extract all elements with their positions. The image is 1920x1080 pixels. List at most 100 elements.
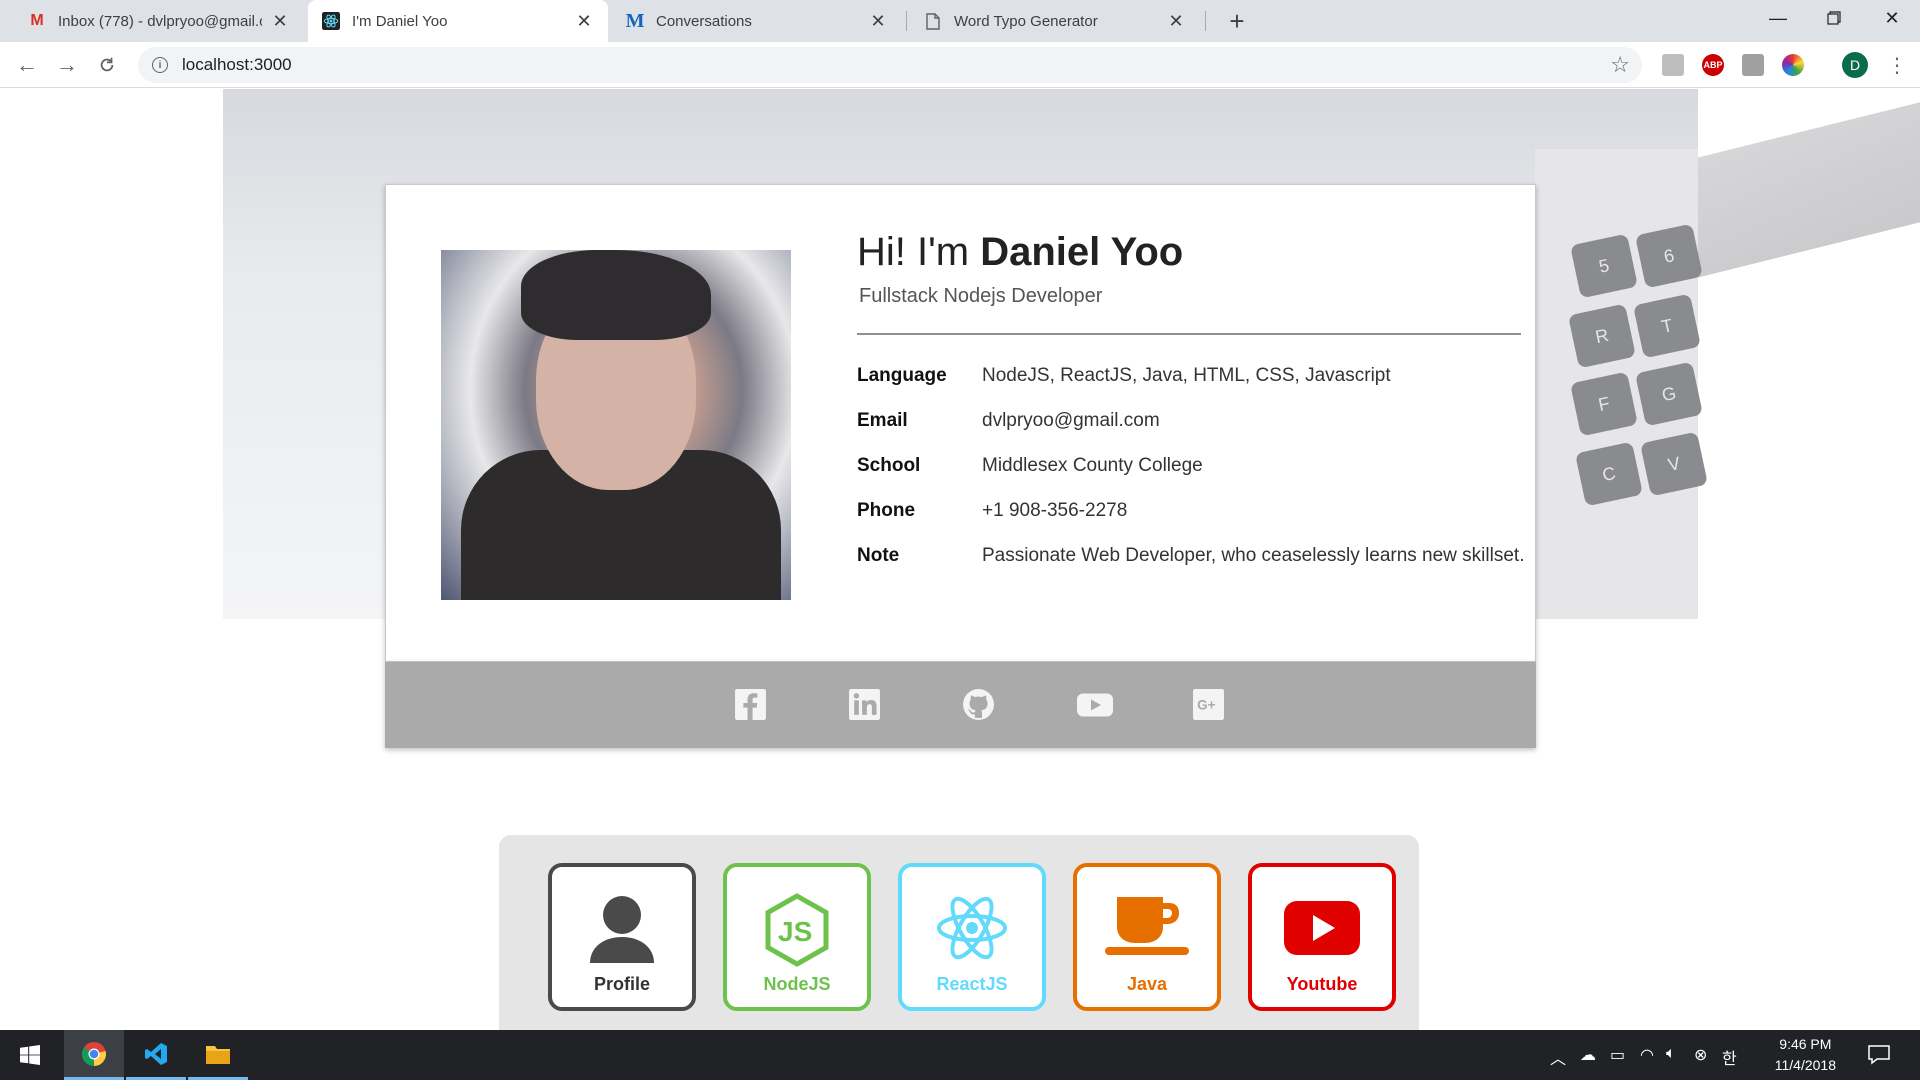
onedrive-cloud-icon[interactable]: ☁ [1580,1045,1596,1065]
divider [857,333,1521,335]
info-key: Phone [857,500,916,521]
keyboard-key: R [1568,303,1636,369]
vscode-taskbar-icon[interactable] [126,1030,186,1080]
extension-icon[interactable] [1662,54,1684,76]
app-nodejs[interactable]: JS NodeJS [723,863,871,1011]
social-links-bar: G+ [385,662,1536,748]
menu-icon[interactable]: ⋮ [1882,50,1912,80]
new-tab-button[interactable]: + [1222,6,1252,36]
user-icon [552,893,692,965]
nodejs-icon: JS [727,893,867,967]
reload-icon[interactable] [92,50,122,80]
tab-separator [1205,11,1206,31]
github-icon[interactable] [962,688,995,721]
wifi-icon[interactable]: ◠ [1640,1045,1654,1065]
info-value: NodeJS, ReactJS, Java, HTML, CSS, Javasc… [982,365,1391,386]
restore-button[interactable] [1806,0,1862,36]
file-explorer-taskbar-icon[interactable] [188,1030,248,1080]
battery-icon[interactable]: ▭ [1610,1045,1625,1065]
close-window-button[interactable]: ✕ [1864,0,1920,36]
tab-title: Conversations [656,12,752,30]
status-x-icon[interactable]: ⊗ [1694,1045,1707,1065]
minimize-button[interactable]: — [1750,0,1806,36]
info-key: School [857,455,921,476]
close-icon[interactable]: ✕ [868,11,888,31]
info-key: Email [857,410,908,431]
keyboard-key: G [1635,361,1703,427]
keyboard-key: V [1640,431,1708,497]
bookmark-star-icon[interactable]: ☆ [1610,52,1630,78]
greeting-heading: Hi! I'm Daniel Yoo [857,230,1183,275]
tab-title: Inbox (778) - dvlpryoo@gmail.co [58,12,262,30]
photo-hair [521,250,711,340]
windows-taskbar: ︿ ☁ ▭ ◠ 🔈︎ ⊗ 한 9:46 PM 11/4/2018 [0,1030,1920,1080]
clock-time: 9:46 PM [1779,1036,1832,1052]
back-arrow-icon[interactable]: ← [12,50,42,80]
app-label: Youtube [1286,974,1358,994]
info-value: Passionate Web Developer, who ceaselessl… [982,545,1525,566]
keyboard-key: F [1570,371,1638,437]
notification-icon[interactable] [1868,1045,1890,1070]
download-extension-icon[interactable] [1742,54,1764,76]
app-label: ReactJS [936,974,1008,994]
keyboard-key: T [1633,293,1701,359]
address-bar[interactable]: i localhost:3000 ☆ [138,47,1642,83]
youtube-icon[interactable] [1076,688,1114,721]
info-key: Language [857,365,947,386]
tab-title: Word Typo Generator [954,12,1098,30]
close-icon[interactable]: ✕ [1166,11,1186,31]
info-key: Note [857,545,900,566]
gmail-icon: M [30,12,44,29]
app-label: NodeJS [763,974,831,994]
tab-word-typo-generator[interactable]: Word Typo Generator ✕ [910,0,1200,42]
profile-photo [441,250,791,600]
keyboard-key: C [1575,441,1643,507]
info-icon[interactable]: i [152,57,168,73]
color-picker-icon[interactable] [1782,54,1804,76]
svg-text:JS: JS [778,916,812,947]
chevron-up-icon[interactable]: ︿ [1550,1045,1566,1069]
linkedin-icon[interactable] [848,688,881,721]
profile-subtitle: Fullstack Nodejs Developer [859,285,1103,307]
close-icon[interactable]: ✕ [270,11,290,31]
page-icon [924,12,942,30]
ime-indicator[interactable]: 한 [1722,1045,1737,1069]
tab-daniel-yoo[interactable]: I'm Daniel Yoo ✕ [308,0,608,42]
page-content: 5 6 R T F G C V Hi! I'm Daniel Yoo Fulls… [0,89,1920,1030]
clock-date: 11/4/2018 [1774,1057,1836,1073]
browser-toolbar: ← → i localhost:3000 ☆ ABP D ⋮ [0,42,1920,88]
app-youtube[interactable]: Youtube [1248,863,1396,1011]
app-label: Java [1126,974,1168,994]
info-value: Middlesex County College [982,455,1203,476]
url-text: localhost:3000 [182,55,292,74]
react-icon [322,12,340,30]
react-icon [902,893,1042,963]
tab-gmail[interactable]: M Inbox (778) - dvlpryoo@gmail.co ✕ [14,0,304,42]
app-reactjs[interactable]: ReactJS [898,863,1046,1011]
app-dock: Profile JS NodeJS ReactJS Java Youtube [499,835,1419,1030]
close-icon[interactable]: ✕ [574,11,594,31]
tab-conversations[interactable]: M Conversations ✕ [612,0,902,42]
info-value: +1 908-356-2278 [982,500,1128,521]
app-profile[interactable]: Profile [548,863,696,1011]
adblock-icon[interactable]: ABP [1702,54,1724,76]
forward-arrow-icon[interactable]: → [52,50,82,80]
facebook-icon[interactable] [734,688,767,721]
keyboard-image: 5 6 R T F G C V [1535,149,1708,619]
tab-strip: M Inbox (778) - dvlpryoo@gmail.co ✕ I'm … [0,0,1920,42]
profile-name: Daniel Yoo [980,230,1184,274]
clock[interactable]: 9:46 PM 11/4/2018 [1775,1034,1836,1076]
keyboard-key: 5 [1570,233,1638,299]
windows-start-icon[interactable] [0,1030,60,1080]
volume-icon[interactable]: 🔈︎ [1666,1045,1676,1063]
app-label: Profile [593,974,650,994]
tab-separator [906,11,907,31]
info-value: dvlpryoo@gmail.com [982,410,1160,431]
profile-avatar[interactable]: D [1842,52,1868,78]
google-plus-icon[interactable]: G+ [1192,688,1225,721]
coffee-cup-icon [1077,893,1217,959]
app-java[interactable]: Java [1073,863,1221,1011]
greeting-prefix: Hi! I'm [857,230,981,274]
keyboard-key: 6 [1635,223,1703,289]
chrome-taskbar-icon[interactable] [64,1030,124,1080]
